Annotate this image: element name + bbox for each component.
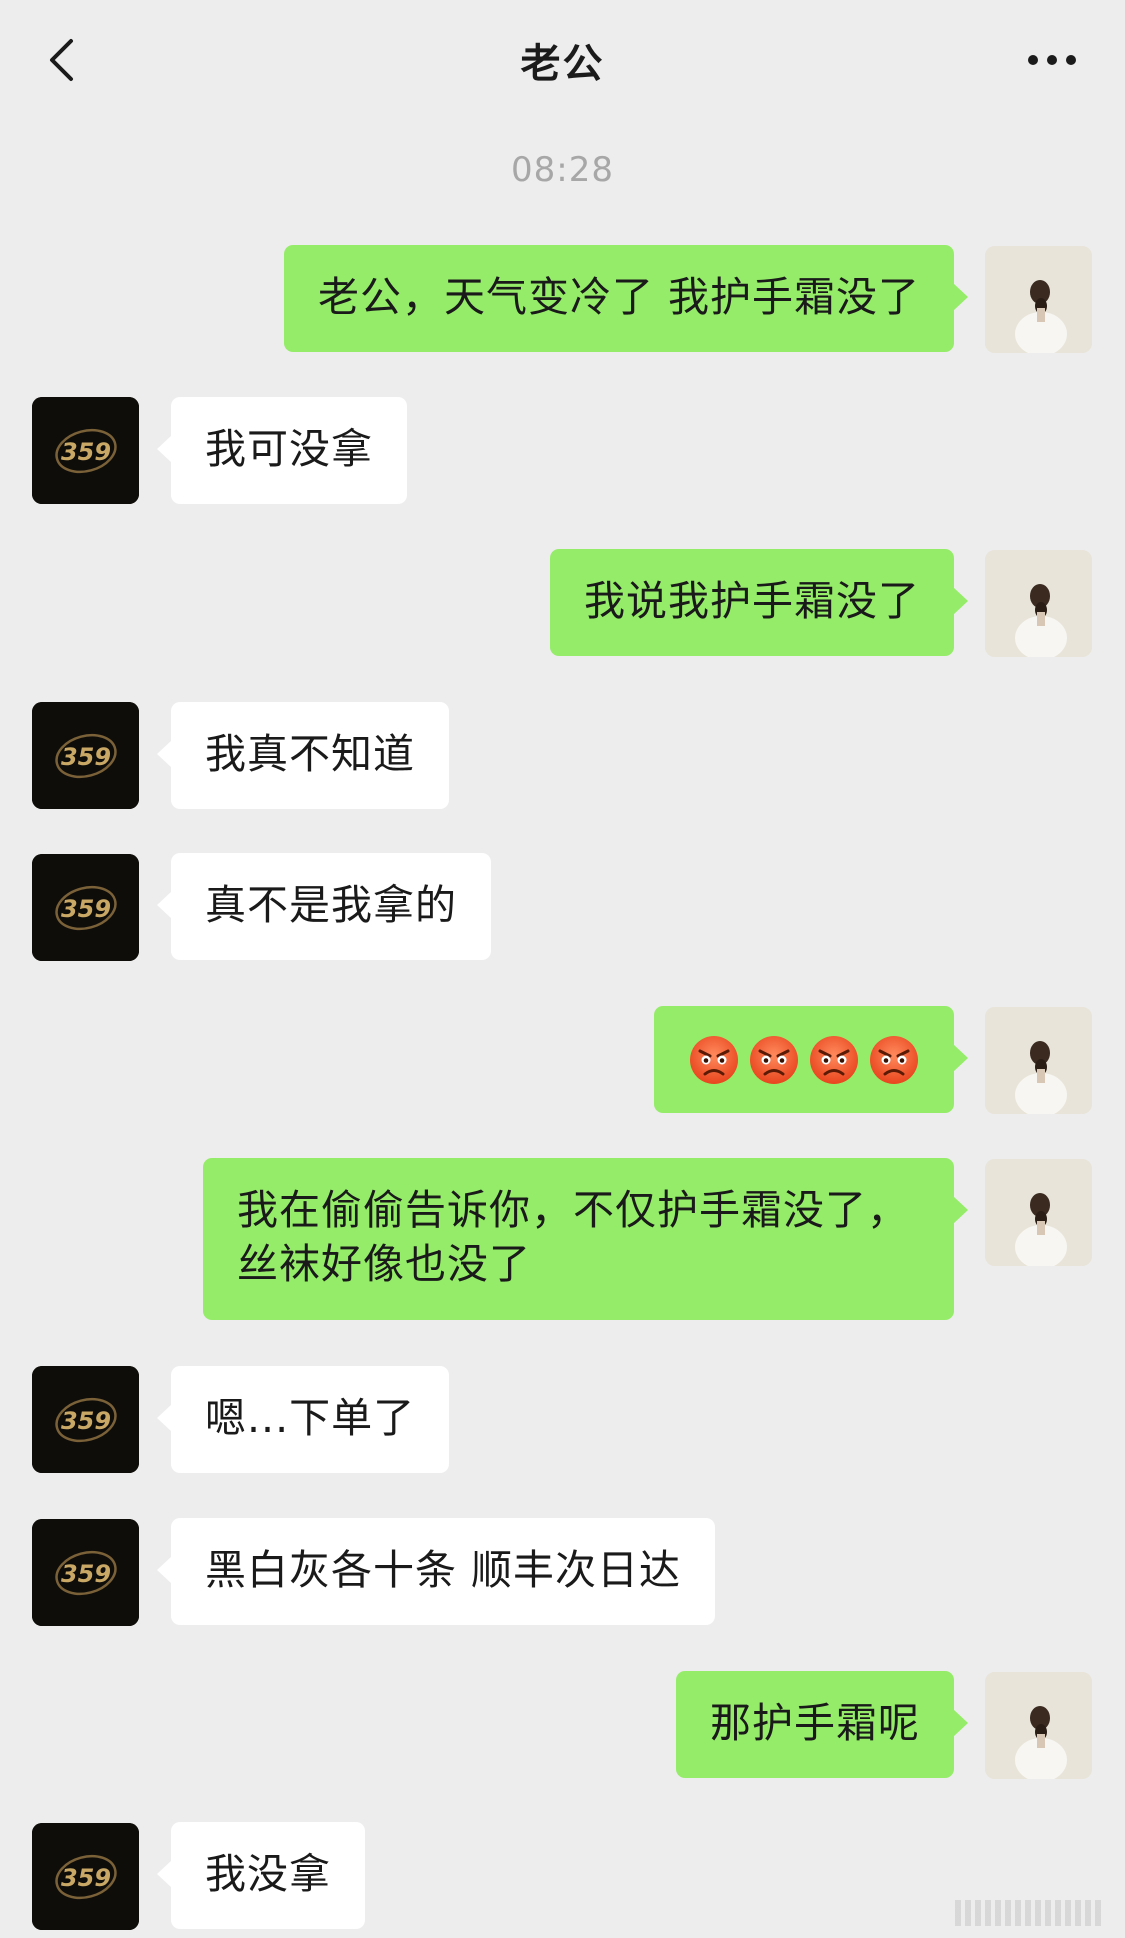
contact-avatar[interactable]	[32, 854, 139, 961]
message-text: 那护手霜呢	[710, 1699, 920, 1747]
contact-avatar[interactable]	[32, 397, 139, 504]
message-text-line: 我在偷偷告诉你，不仅护手霜没了，	[237, 1186, 909, 1234]
message-text: 黑白灰各十条 顺丰次日达	[205, 1546, 682, 1594]
my-avatar[interactable]	[985, 1672, 1092, 1779]
message-text-line: 丝袜好像也没了	[237, 1240, 531, 1288]
received-message-bubble[interactable]: 我可没拿	[157, 397, 407, 504]
sent-message-bubble[interactable]: 我说我护手霜没了	[550, 549, 968, 656]
contact-avatar[interactable]	[32, 1519, 139, 1626]
my-avatar[interactable]	[985, 1159, 1092, 1266]
received-message-bubble[interactable]: 真不是我拿的	[157, 853, 491, 960]
angry-face-icon	[688, 1034, 740, 1086]
received-message-bubble[interactable]: 我真不知道	[157, 702, 449, 809]
message-text: 我说我护手霜没了	[584, 577, 920, 625]
contact-avatar[interactable]	[32, 702, 139, 809]
message-timestamp: 08:28	[511, 150, 614, 190]
received-message-bubble[interactable]: 黑白灰各十条 顺丰次日达	[156, 1518, 716, 1625]
my-avatar[interactable]	[985, 550, 1092, 657]
my-avatar[interactable]	[985, 246, 1092, 353]
message-text: 老公，天气变冷了 我护手霜没了	[317, 273, 920, 321]
message-text: 我没拿	[205, 1850, 331, 1898]
my-avatar[interactable]	[985, 1007, 1092, 1114]
more-button[interactable]	[1017, 30, 1087, 90]
watermark	[955, 1900, 1105, 1926]
sent-message-bubble[interactable]: 老公，天气变冷了 我护手霜没了	[283, 245, 969, 352]
message-text: 嗯...下单了	[205, 1394, 416, 1442]
contact-avatar[interactable]	[32, 1366, 139, 1473]
angry-face-icon	[808, 1034, 860, 1086]
message-text: 真不是我拿的	[205, 881, 457, 929]
chevron-left-icon	[50, 39, 73, 81]
message-text: 我可没拿	[205, 425, 373, 473]
sent-emoji-bubble[interactable]	[654, 1006, 968, 1113]
chat-header: 老公	[0, 0, 1125, 120]
received-message-bubble[interactable]: 嗯...下单了	[156, 1366, 450, 1473]
angry-face-icon	[748, 1034, 800, 1086]
message-text: 我真不知道	[205, 730, 415, 778]
back-button[interactable]	[36, 30, 86, 90]
contact-avatar[interactable]	[32, 1823, 139, 1930]
sent-message-bubble[interactable]: 那护手霜呢	[676, 1671, 968, 1778]
received-message-bubble[interactable]: 我没拿	[157, 1822, 365, 1929]
angry-face-icon	[868, 1034, 920, 1086]
sent-message-bubble[interactable]: 我在偷偷告诉你，不仅护手霜没了， 丝袜好像也没了	[203, 1158, 968, 1320]
chat-title: 老公	[520, 41, 605, 87]
more-dots-icon	[1028, 55, 1076, 65]
